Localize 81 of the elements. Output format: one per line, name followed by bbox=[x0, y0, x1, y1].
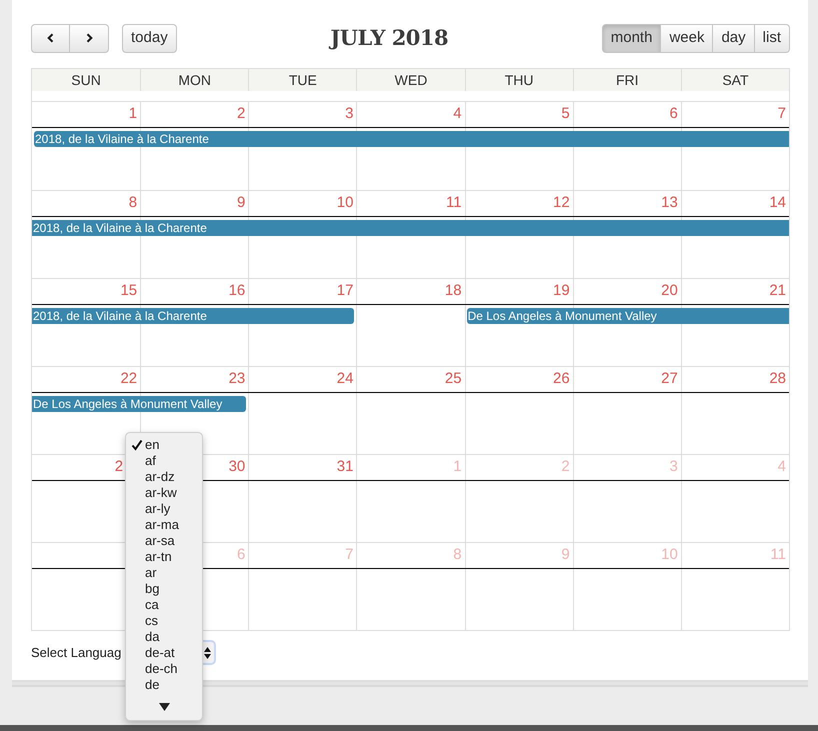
day-number: 1 bbox=[128, 104, 138, 124]
day-number: 3 bbox=[670, 457, 678, 478]
language-option[interactable]: de bbox=[126, 677, 202, 693]
day-number: 10 bbox=[661, 545, 678, 566]
view-tab[interactable]: week bbox=[661, 24, 714, 52]
day-number: 22 bbox=[120, 369, 138, 390]
day-number: 19 bbox=[553, 281, 570, 302]
day-number: 4 bbox=[778, 457, 786, 478]
day-number: 5 bbox=[561, 104, 570, 124]
select-language-label: Select Languag bbox=[31, 644, 122, 662]
day-number: 8 bbox=[453, 545, 462, 566]
day-number: 20 bbox=[661, 281, 678, 302]
day-number: 2 bbox=[561, 457, 570, 478]
language-option[interactable]: de-ch bbox=[126, 661, 202, 677]
day-number: 11 bbox=[770, 545, 786, 566]
weekday-header: WED bbox=[356, 69, 465, 91]
day-number: 24 bbox=[336, 369, 354, 390]
day-number: 30 bbox=[228, 457, 246, 478]
day-number: 2 bbox=[236, 104, 246, 124]
day-number: 27 bbox=[661, 369, 678, 390]
scroll-down-arrow-icon[interactable] bbox=[158, 702, 170, 710]
month-title: JULY 2018 bbox=[330, 24, 448, 52]
weekday-header: TUE bbox=[248, 69, 356, 91]
day-number: 10 bbox=[336, 193, 354, 214]
view-tab[interactable]: day bbox=[713, 24, 755, 52]
language-option[interactable]: ar-tn bbox=[126, 549, 202, 565]
next-button[interactable] bbox=[70, 24, 109, 52]
day-number: 4 bbox=[453, 104, 462, 124]
today-button[interactable]: today bbox=[122, 24, 177, 52]
day-number: 7 bbox=[778, 104, 786, 124]
calendar-event[interactable]: De Los Angeles à Monument Valley bbox=[32, 396, 246, 412]
language-option[interactable]: ca bbox=[126, 597, 202, 613]
language-option[interactable]: bg bbox=[126, 581, 202, 597]
language-option[interactable]: da bbox=[126, 629, 202, 645]
day-number: 23 bbox=[228, 369, 246, 390]
day-number: 6 bbox=[236, 545, 246, 566]
calendar-event[interactable]: De Los Angeles à Monument Valley bbox=[466, 308, 789, 324]
view-tab[interactable]: list bbox=[754, 24, 790, 52]
day-number: 16 bbox=[228, 281, 246, 302]
day-number: 25 bbox=[444, 369, 462, 390]
day-number: 6 bbox=[670, 104, 678, 124]
day-number: 17 bbox=[336, 281, 354, 302]
language-option[interactable]: af bbox=[126, 453, 202, 469]
language-option[interactable]: en bbox=[126, 437, 202, 453]
weekday-header: MON bbox=[140, 69, 248, 91]
day-number: 8 bbox=[128, 193, 138, 214]
day-number: 15 bbox=[120, 281, 138, 302]
language-option[interactable]: de-at bbox=[126, 645, 202, 661]
day-number: 31 bbox=[336, 457, 354, 478]
weekday-header: THU bbox=[464, 69, 573, 91]
calendar-event[interactable]: 2018, de la Vilaine à la Charente bbox=[32, 308, 354, 324]
day-number: 2 bbox=[114, 457, 124, 478]
day-number: 14 bbox=[769, 193, 786, 214]
day-number: 21 bbox=[769, 281, 786, 302]
day-number: 9 bbox=[561, 545, 570, 566]
day-number: 12 bbox=[553, 193, 570, 214]
day-number: 18 bbox=[444, 281, 462, 302]
day-number: 1 bbox=[453, 457, 462, 478]
previous-button[interactable] bbox=[31, 24, 70, 52]
day-number: 26 bbox=[553, 369, 570, 390]
language-option[interactable]: ar-sa bbox=[126, 533, 202, 549]
view-tab[interactable]: month bbox=[602, 24, 662, 52]
day-number: 11 bbox=[446, 193, 462, 214]
weekday-header: FRI bbox=[572, 69, 681, 91]
day-number: 13 bbox=[661, 193, 678, 214]
language-option[interactable]: ar bbox=[126, 565, 202, 581]
language-option[interactable]: ar-ma bbox=[126, 517, 202, 533]
day-number: 28 bbox=[769, 369, 786, 390]
weekday-header: SAT bbox=[680, 69, 789, 91]
language-option[interactable]: cs bbox=[126, 613, 202, 629]
language-option[interactable]: ar-kw bbox=[126, 485, 202, 501]
day-number: 7 bbox=[345, 545, 354, 566]
language-option[interactable]: ar-ly bbox=[126, 501, 202, 517]
language-option[interactable]: ar-dz bbox=[126, 469, 202, 485]
calendar-event[interactable]: 2018, de la Vilaine à la Charente bbox=[32, 220, 789, 236]
calendar-event[interactable]: 2018, de la Vilaine à la Charente bbox=[34, 131, 789, 147]
day-number: 9 bbox=[236, 193, 246, 214]
weekday-header: SUN bbox=[70, 71, 102, 90]
day-number: 3 bbox=[345, 104, 354, 124]
checkmark-icon bbox=[131, 439, 143, 451]
up-down-arrows-icon bbox=[203, 646, 212, 660]
